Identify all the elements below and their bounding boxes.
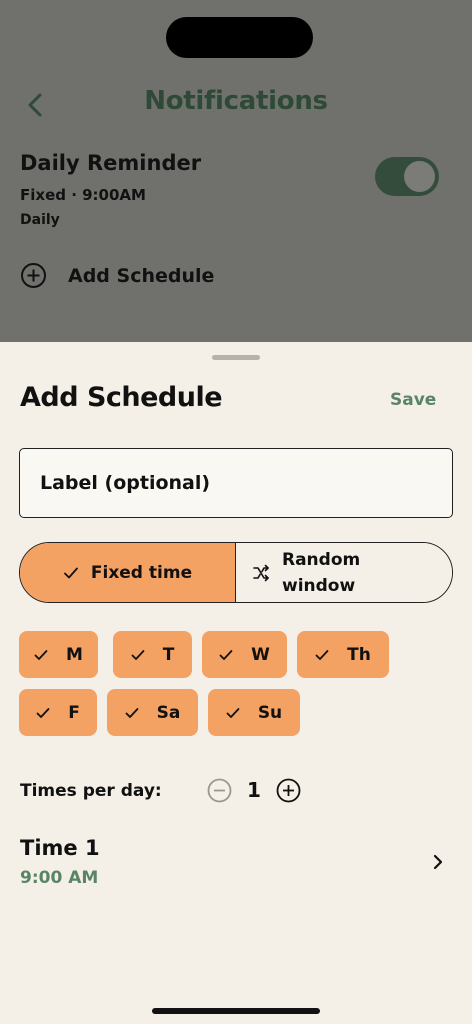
checkmark-icon	[226, 707, 240, 718]
day-chip-sa[interactable]: Sa	[107, 689, 198, 736]
chevron-right-icon	[433, 854, 443, 870]
add-schedule-sheet: Add Schedule Save Label (optional) Fixed…	[0, 342, 472, 1024]
checkmark-icon	[131, 649, 145, 660]
reminder-title: Daily Reminder	[20, 151, 202, 175]
reminder-subtitle: Fixed · 9:00AM	[20, 186, 146, 204]
label-input[interactable]: Label (optional)	[19, 448, 453, 518]
day-label: F	[68, 702, 80, 723]
mode-segmented-control: Fixed time Random window	[19, 542, 453, 603]
day-label: M	[66, 644, 83, 665]
shuffle-icon	[253, 564, 269, 581]
day-label: Th	[347, 644, 371, 665]
day-chip-w[interactable]: W	[202, 631, 287, 678]
fixed-time-option[interactable]: Fixed time	[20, 543, 236, 602]
day-label: W	[251, 644, 270, 665]
day-label: Sa	[156, 702, 181, 723]
times-per-day-value: 1	[247, 778, 261, 802]
dynamic-island	[166, 17, 313, 58]
checkmark-icon	[36, 707, 50, 718]
day-label: Su	[257, 702, 283, 723]
plus-circle-icon	[21, 263, 46, 288]
checkmark-icon	[34, 649, 48, 660]
plus-circle-icon[interactable]	[276, 778, 301, 803]
add-schedule-label: Add Schedule	[68, 264, 215, 287]
minus-circle-icon[interactable]	[207, 778, 232, 803]
sheet-title: Add Schedule	[20, 382, 223, 413]
checkmark-icon	[315, 649, 329, 660]
day-chip-th[interactable]: Th	[297, 631, 389, 678]
day-chip-m[interactable]: M	[19, 631, 98, 678]
time-value: 9:00 AM	[20, 868, 99, 888]
random-window-label: Random window	[282, 549, 361, 596]
day-chip-t[interactable]: T	[113, 631, 192, 678]
time-row[interactable]: Time 1 9:00 AM	[0, 828, 472, 892]
day-label: T	[162, 644, 175, 665]
toggle-knob	[404, 161, 435, 192]
times-per-day-label: Times per day:	[20, 781, 162, 801]
sheet-grabber[interactable]	[212, 355, 260, 360]
checkmark-icon	[125, 707, 139, 718]
checkmark-icon	[219, 649, 233, 660]
random-window-option[interactable]: Random window	[236, 543, 452, 602]
reminder-toggle[interactable]	[375, 157, 439, 196]
checkmark-icon	[63, 567, 78, 578]
day-chip-su[interactable]: Su	[208, 689, 300, 736]
time-title: Time 1	[20, 836, 100, 860]
page-title: Notifications	[144, 86, 328, 116]
reminder-frequency: Daily	[20, 212, 60, 228]
background-screen: Notifications Daily Reminder Fixed · 9:0…	[0, 0, 472, 342]
add-schedule-row[interactable]: Add Schedule	[20, 262, 214, 289]
save-button[interactable]: Save	[390, 390, 436, 410]
day-chip-f[interactable]: F	[19, 689, 97, 736]
home-indicator	[152, 1008, 320, 1014]
fixed-time-label: Fixed time	[90, 562, 193, 583]
